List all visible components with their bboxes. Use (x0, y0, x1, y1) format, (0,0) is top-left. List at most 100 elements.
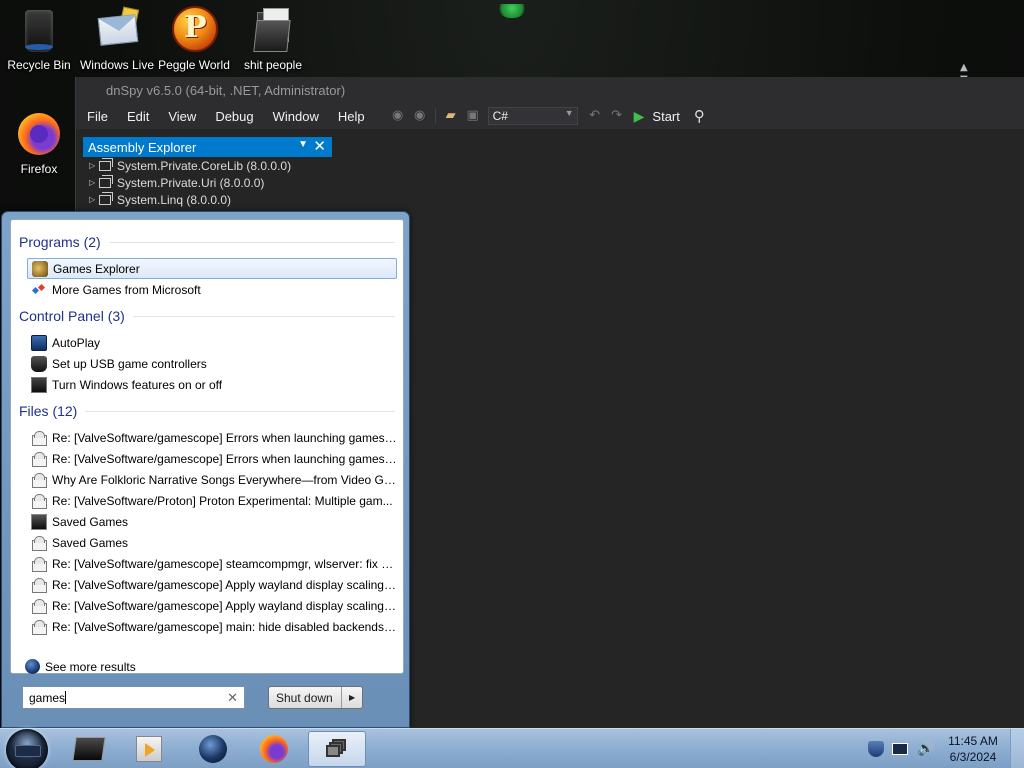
taskbar-app-firefox[interactable] (245, 731, 303, 767)
expand-icon[interactable]: ▷ (89, 178, 99, 187)
menu-edit[interactable]: Edit (119, 109, 157, 124)
result-item-more-games[interactable]: More Games from Microsoft (27, 279, 397, 300)
system-clock[interactable]: 11:45 AM 6/3/2024 (938, 733, 1008, 765)
result-label: Saved Games (52, 535, 129, 550)
taskbar-app-dnspy[interactable] (308, 731, 366, 767)
desktop-icon-peggle-world[interactable]: P Peggle World (153, 6, 235, 72)
result-item-file[interactable]: Re: [ValveSoftware/gamescope] steamcompm… (27, 553, 397, 574)
menu-view[interactable]: View (160, 109, 204, 124)
recycle-bin-icon (15, 6, 63, 54)
expand-icon[interactable]: ▷ (89, 161, 99, 170)
undo-icon[interactable]: ↶ (587, 108, 603, 124)
taskbar-app-explorer[interactable] (60, 731, 118, 767)
menu-window[interactable]: Window (265, 109, 327, 124)
result-label: Re: [ValveSoftware/Proton] Proton Experi… (52, 493, 393, 508)
result-label: Saved Games (52, 514, 129, 529)
email-message-icon (31, 619, 47, 635)
see-more-results-link[interactable]: See more results (25, 659, 136, 674)
group-divider (132, 315, 395, 317)
clear-search-icon[interactable]: ✕ (227, 690, 238, 706)
start-orb-button[interactable] (6, 729, 48, 768)
result-label: Re: [ValveSoftware/gamescope] Apply wayl… (52, 577, 397, 592)
shutdown-options-arrow-icon[interactable]: ▶ (341, 687, 362, 708)
result-item-file[interactable]: Re: [ValveSoftware/gamescope] main: hide… (27, 616, 397, 637)
result-item-windows-features[interactable]: Turn Windows features on or off (27, 374, 397, 395)
assembly-item-label: System.Private.Uri (8.0.0.0) (117, 175, 265, 190)
result-item-file[interactable]: Why Are Folkloric Narrative Songs Everyw… (27, 469, 397, 490)
result-label: Re: [ValveSoftware/gamescope] Errors whe… (52, 451, 397, 466)
group-header-programs[interactable]: Programs (2) (19, 234, 395, 250)
menubar: File Edit View Debug Window Help ◉ ◉ ▰ ▣… (76, 103, 1024, 129)
desktop-icon-recycle-bin[interactable]: Recycle Bin (0, 6, 80, 72)
result-item-file[interactable]: Re: [ValveSoftware/gamescope] Apply wayl… (27, 595, 397, 616)
taskbar-app-globe[interactable] (184, 731, 242, 767)
show-desktop-button[interactable] (1010, 729, 1024, 768)
taskbar-app-media-player[interactable] (120, 731, 178, 767)
start-debug-button[interactable]: ▶ Start (634, 108, 680, 125)
window-titlebar[interactable]: dnSpy v6.5.0 (64-bit, .NET, Administrato… (76, 77, 1024, 103)
navigate-forward-icon[interactable]: ◉ (412, 108, 428, 124)
firefox-icon (15, 110, 63, 158)
security-shield-icon[interactable] (868, 741, 884, 757)
desktop-icon-folder[interactable]: shit people (232, 6, 314, 72)
dark-folder-icon (72, 737, 106, 761)
dropdown-icon[interactable]: ▼ (298, 139, 308, 150)
expand-icon[interactable]: ▷ (89, 195, 99, 204)
email-message-icon (31, 451, 47, 467)
email-message-icon (31, 472, 47, 488)
group-title: Programs (2) (19, 234, 101, 250)
network-monitor-icon[interactable] (892, 743, 908, 755)
desktop-icon-firefox[interactable]: Firefox (0, 110, 80, 176)
start-label: Start (652, 108, 680, 124)
search-icon[interactable]: ⚲ (694, 107, 705, 125)
result-label: Why Are Folkloric Narrative Songs Everyw… (52, 472, 397, 487)
menu-debug[interactable]: Debug (207, 109, 261, 124)
result-item-file[interactable]: Re: [ValveSoftware/gamescope] Errors whe… (27, 448, 397, 469)
result-label: More Games from Microsoft (52, 282, 201, 297)
result-item-autoplay[interactable]: AutoPlay (27, 332, 397, 353)
see-more-label: See more results (45, 659, 136, 674)
speaker-icon[interactable]: 🔊 (917, 741, 934, 757)
result-item-file[interactable]: Re: [ValveSoftware/gamescope] Apply wayl… (27, 574, 397, 595)
result-item-folder[interactable]: Saved Games (27, 511, 397, 532)
result-item-games-explorer[interactable]: Games Explorer (27, 258, 397, 279)
redo-icon[interactable]: ↷ (609, 108, 625, 124)
result-label: AutoPlay (52, 335, 101, 350)
assembly-item-label: System.Private.CoreLib (8.0.0.0) (117, 158, 292, 173)
assembly-item-label: System.Linq (8.0.0.0) (117, 192, 232, 207)
menu-file[interactable]: File (79, 109, 116, 124)
saved-games-folder-icon (31, 513, 47, 530)
open-folder-icon[interactable]: ▰ (443, 108, 459, 124)
desktop-icon-windows-live[interactable]: Windows Live (76, 6, 158, 72)
assembly-item[interactable]: ▷ System.Private.CoreLib (8.0.0.0) (83, 157, 332, 174)
desktop-icon-label: Recycle Bin (7, 58, 71, 72)
result-item-usb-controllers[interactable]: Set up USB game controllers (27, 353, 397, 374)
start-menu: Programs (2) Games Explorer More Games f… (1, 211, 410, 728)
assembly-explorer-panel: Assembly Explorer ▼ ✕ ▷ System.Private.C… (83, 137, 332, 217)
result-label: Re: [ValveSoftware/gamescope] Errors whe… (52, 430, 397, 445)
result-item-folder[interactable]: Saved Games (27, 532, 397, 553)
assembly-item[interactable]: ▷ System.Private.Uri (8.0.0.0) (83, 174, 332, 191)
result-item-file[interactable]: Re: [ValveSoftware/Proton] Proton Experi… (27, 490, 397, 511)
navigate-back-icon[interactable]: ◉ (390, 108, 406, 124)
start-search-input[interactable]: games ✕ (22, 686, 245, 709)
shutdown-button[interactable]: Shut down ▶ (268, 686, 363, 709)
windows-stack-icon (326, 739, 348, 759)
shutdown-label: Shut down (276, 690, 333, 705)
close-icon[interactable]: ✕ (313, 137, 326, 155)
save-icon[interactable]: ▣ (465, 108, 481, 124)
assembly-item[interactable]: ▷ System.Linq (8.0.0.0) (83, 191, 332, 208)
group-divider (85, 410, 395, 412)
assembly-explorer-header[interactable]: Assembly Explorer ▼ ✕ (83, 137, 332, 157)
group-header-files[interactable]: Files (12) (19, 403, 395, 419)
assembly-explorer-title: Assembly Explorer (88, 140, 197, 155)
firefox-icon (260, 735, 288, 763)
chevron-down-icon: ▼ (564, 108, 574, 118)
folder-icon (249, 6, 297, 54)
result-item-file[interactable]: Re: [ValveSoftware/gamescope] Errors whe… (27, 427, 397, 448)
menu-help[interactable]: Help (330, 109, 373, 124)
group-header-control-panel[interactable]: Control Panel (3) (19, 308, 395, 324)
globe-icon (199, 735, 227, 763)
language-select[interactable]: C# ▼ (487, 107, 578, 125)
wallpaper-logo (496, 4, 528, 18)
